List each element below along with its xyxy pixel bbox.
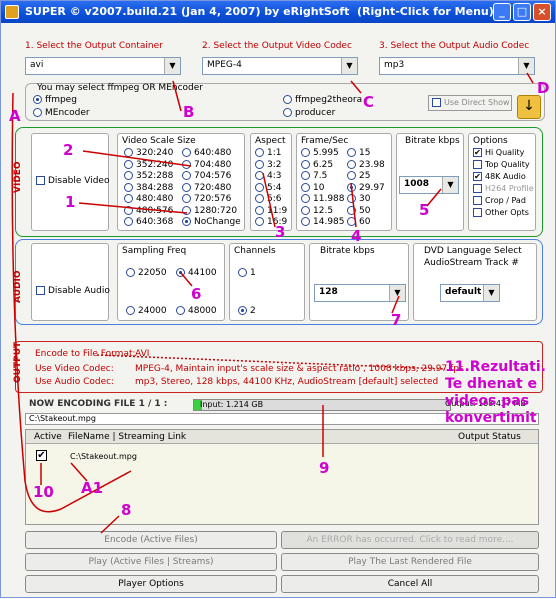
arrow-c xyxy=(350,80,362,94)
arrow-2 xyxy=(82,150,192,167)
annotation-overlay xyxy=(11,72,534,534)
arrow-4 xyxy=(350,182,357,228)
annotation-8: 8 xyxy=(121,501,132,519)
annotation-5: 5 xyxy=(419,201,430,219)
arrow-8 xyxy=(100,515,120,534)
app-window: SUPER © v2007.build.21 (Jan 4, 2007) by … xyxy=(0,0,556,598)
arrow-b xyxy=(172,80,182,112)
annotation-2: 2 xyxy=(63,141,74,159)
annotation-3: 3 xyxy=(275,223,286,241)
arrow-1 xyxy=(78,202,188,214)
annotation-1: 1 xyxy=(65,193,76,211)
annotation-c: C xyxy=(363,93,375,111)
annotation-10: 10 xyxy=(33,483,54,501)
annotation-4: 4 xyxy=(351,227,362,245)
annotation-6: 6 xyxy=(191,285,202,303)
arrow-3 xyxy=(262,172,276,228)
annotation-7: 7 xyxy=(391,311,402,329)
arrow-d xyxy=(526,72,534,84)
annotation-b: B xyxy=(183,103,195,121)
annotation-a: A xyxy=(9,107,21,125)
arrow-result xyxy=(96,354,446,370)
annotation-9: 9 xyxy=(319,459,330,477)
annotation-a1: A1 xyxy=(81,479,104,497)
annotation-result: 11.Rezultati. Te dhenat e videos pas kon… xyxy=(445,359,546,426)
annotation-d: D xyxy=(537,79,550,97)
